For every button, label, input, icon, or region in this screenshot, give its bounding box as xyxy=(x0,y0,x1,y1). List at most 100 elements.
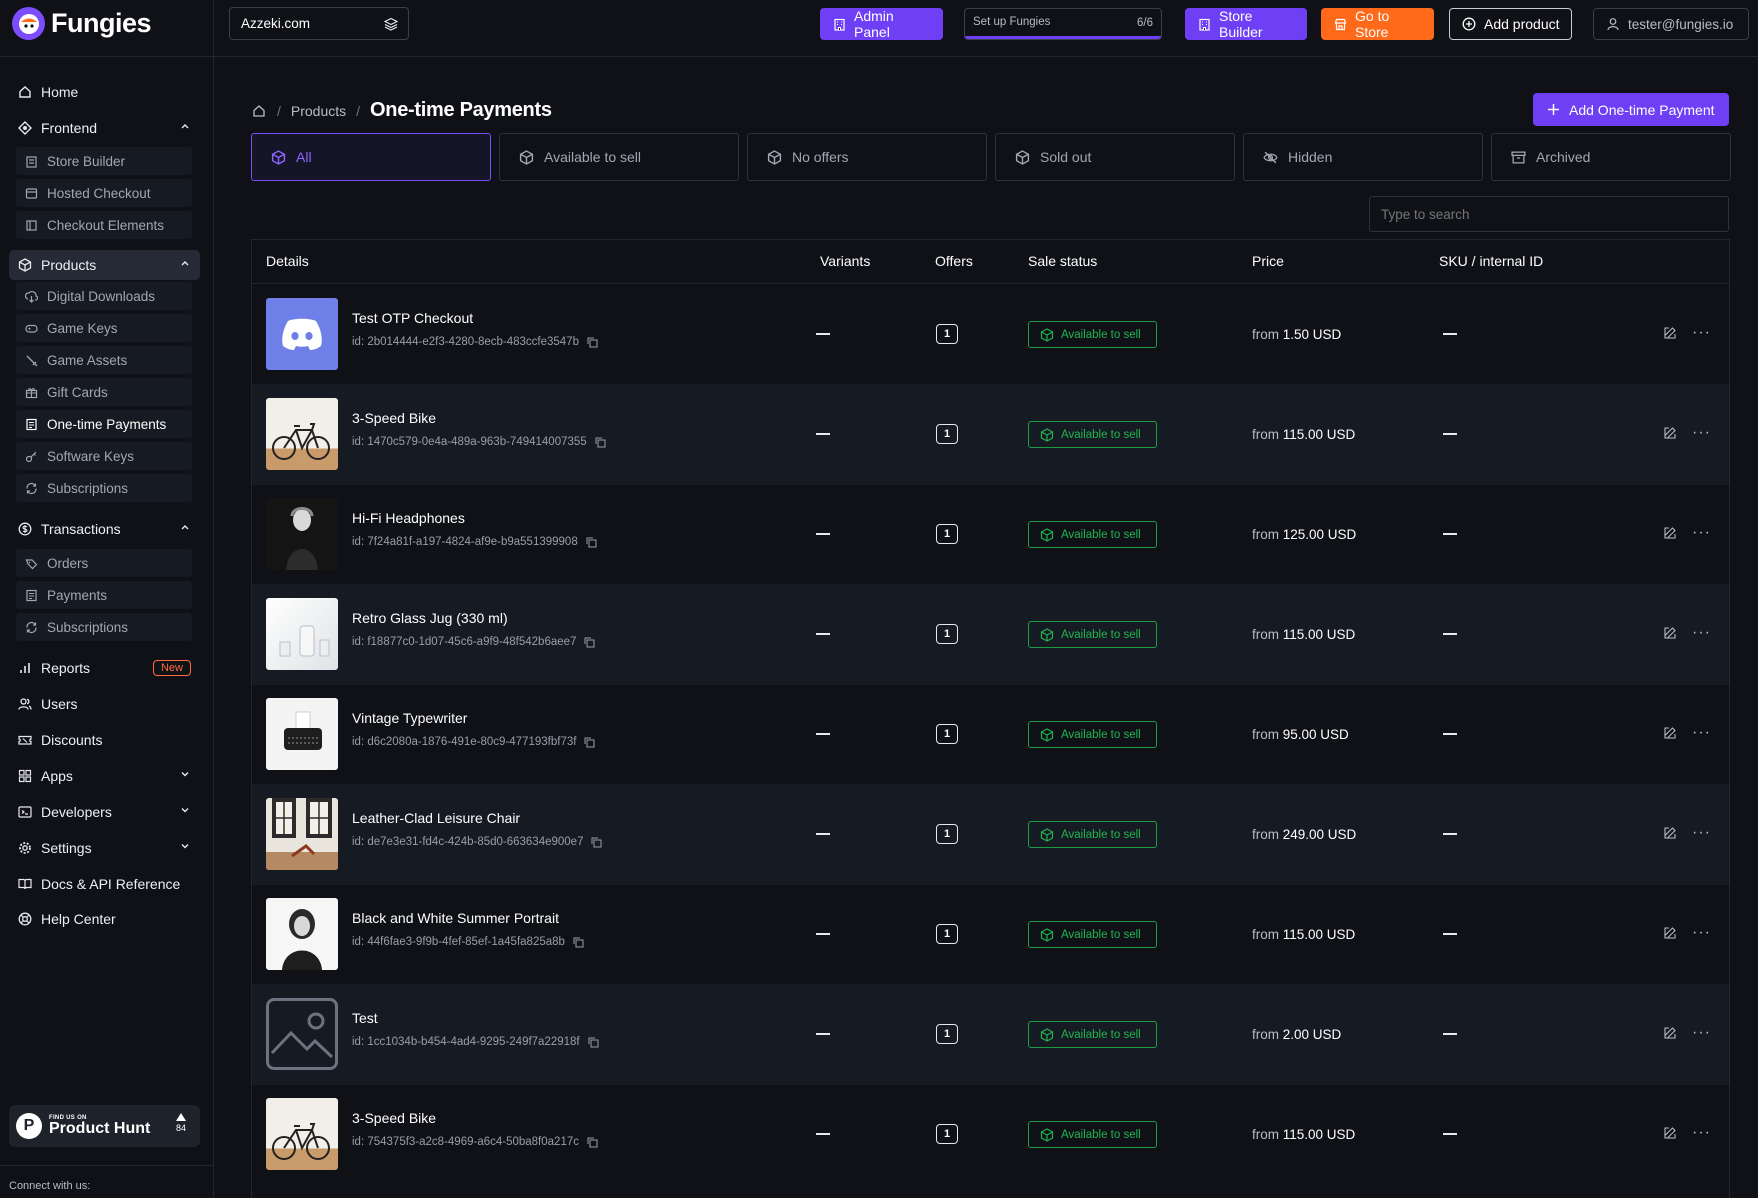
product-name[interactable]: 3-Speed Bike xyxy=(352,410,436,426)
product-hunt-badge[interactable]: P FIND US ON Product Hunt 84 xyxy=(9,1105,200,1147)
sidebar-item-discounts[interactable]: Discounts xyxy=(9,725,200,755)
go-to-store-button[interactable]: Go to Store xyxy=(1321,8,1434,40)
offers-count[interactable]: 1 xyxy=(936,624,958,644)
home-icon[interactable] xyxy=(251,103,267,119)
product-thumbnail[interactable] xyxy=(266,1098,338,1170)
copy-icon[interactable] xyxy=(591,837,602,848)
search-input[interactable] xyxy=(1369,196,1729,232)
edit-icon[interactable] xyxy=(1663,826,1677,840)
sidebar-item-reports[interactable]: Reports New xyxy=(9,653,200,683)
table-row[interactable]: Test id: 1cc1034b-b454-4ad4-9295-249f7a22… xyxy=(252,984,1729,1085)
tab-hidden[interactable]: Hidden xyxy=(1243,133,1483,181)
column-header-details[interactable]: Details xyxy=(266,253,309,269)
copy-icon[interactable] xyxy=(573,937,584,948)
product-name[interactable]: Hi-Fi Headphones xyxy=(352,510,465,526)
copy-icon[interactable] xyxy=(587,1137,598,1148)
sidebar-item-product-subscriptions[interactable]: Subscriptions xyxy=(16,474,192,502)
sidebar-item-home[interactable]: Home xyxy=(9,76,200,108)
add-product-button[interactable]: Add product xyxy=(1449,8,1572,40)
edit-icon[interactable] xyxy=(1663,526,1677,540)
product-thumbnail[interactable] xyxy=(266,698,338,770)
more-options-icon[interactable]: ··· xyxy=(1692,525,1711,541)
offers-count[interactable]: 1 xyxy=(936,1124,958,1144)
edit-icon[interactable] xyxy=(1663,1026,1677,1040)
product-thumbnail[interactable] xyxy=(266,898,338,970)
table-row[interactable]: Hi-Fi Headphones id: 7f24a81f-a197-4824-a… xyxy=(252,484,1729,585)
sidebar-item-hosted-checkout[interactable]: Hosted Checkout xyxy=(16,179,192,207)
copy-icon[interactable] xyxy=(584,737,595,748)
tab-archived[interactable]: Archived xyxy=(1491,133,1731,181)
tab-sold-out[interactable]: Sold out xyxy=(995,133,1235,181)
copy-icon[interactable] xyxy=(584,637,595,648)
sidebar-section-transactions[interactable]: Transactions xyxy=(9,514,200,544)
sidebar-item-checkout-elements[interactable]: Checkout Elements xyxy=(16,211,192,239)
fungies-logo[interactable]: Fungies xyxy=(12,7,152,40)
sidebar-item-docs[interactable]: Docs & API Reference xyxy=(9,869,200,899)
more-options-icon[interactable]: ··· xyxy=(1692,425,1711,441)
column-header-sku[interactable]: SKU / internal ID xyxy=(1439,253,1543,269)
add-one-time-payment-button[interactable]: Add One-time Payment xyxy=(1533,93,1729,126)
copy-icon[interactable] xyxy=(595,437,606,448)
product-name[interactable]: Test OTP Checkout xyxy=(352,310,473,326)
more-options-icon[interactable]: ··· xyxy=(1692,725,1711,741)
sidebar-item-digital-downloads[interactable]: Digital Downloads xyxy=(16,282,192,310)
more-options-icon[interactable]: ··· xyxy=(1692,1125,1711,1141)
more-options-icon[interactable]: ··· xyxy=(1692,825,1711,841)
table-row[interactable]: 3-Speed Bike id: 754375f3-a2c8-4969-a6c4-… xyxy=(252,1084,1729,1185)
sidebar-item-users[interactable]: Users xyxy=(9,689,200,719)
sidebar-item-payments[interactable]: Payments xyxy=(16,581,192,609)
edit-icon[interactable] xyxy=(1663,326,1677,340)
product-thumbnail[interactable] xyxy=(266,398,338,470)
offers-count[interactable]: 1 xyxy=(936,724,958,744)
product-name[interactable]: Test xyxy=(352,1010,378,1026)
column-header-sale-status[interactable]: Sale status xyxy=(1028,253,1097,269)
edit-icon[interactable] xyxy=(1663,626,1677,640)
product-name[interactable]: 3-Speed Bike xyxy=(352,1110,436,1126)
edit-icon[interactable] xyxy=(1663,426,1677,440)
offers-count[interactable]: 1 xyxy=(936,1024,958,1044)
copy-icon[interactable] xyxy=(587,337,598,348)
product-name[interactable]: Vintage Typewriter xyxy=(352,710,467,726)
sidebar-item-software-keys[interactable]: Software Keys xyxy=(16,442,192,470)
sidebar-item-game-assets[interactable]: Game Assets xyxy=(16,346,192,374)
product-name[interactable]: Leather-Clad Leisure Chair xyxy=(352,810,520,826)
product-thumbnail[interactable] xyxy=(266,798,338,870)
sidebar-section-products[interactable]: Products xyxy=(9,250,200,280)
column-header-price[interactable]: Price xyxy=(1252,253,1284,269)
tab-available-to-sell[interactable]: Available to sell xyxy=(499,133,739,181)
setup-progress[interactable]: Set up Fungies 6/6 xyxy=(964,8,1162,40)
product-thumbnail[interactable] xyxy=(266,298,338,370)
edit-icon[interactable] xyxy=(1663,1126,1677,1140)
offers-count[interactable]: 1 xyxy=(936,324,958,344)
offers-count[interactable]: 1 xyxy=(936,524,958,544)
product-thumbnail[interactable] xyxy=(266,498,338,570)
more-options-icon[interactable]: ··· xyxy=(1692,925,1711,941)
more-options-icon[interactable]: ··· xyxy=(1692,325,1711,341)
edit-icon[interactable] xyxy=(1663,726,1677,740)
sidebar-section-settings[interactable]: Settings xyxy=(9,833,200,863)
sidebar-section-frontend[interactable]: Frontend xyxy=(9,113,200,143)
more-options-icon[interactable]: ··· xyxy=(1692,1025,1711,1041)
product-thumbnail[interactable] xyxy=(266,598,338,670)
offers-count[interactable]: 1 xyxy=(936,924,958,944)
sidebar-item-one-time-payments[interactable]: One-time Payments xyxy=(16,410,192,438)
product-thumbnail[interactable] xyxy=(266,998,338,1070)
sidebar-item-gift-cards[interactable]: Gift Cards xyxy=(16,378,192,406)
sidebar-item-transaction-subscriptions[interactable]: Subscriptions xyxy=(16,613,192,641)
tab-no-offers[interactable]: No offers xyxy=(747,133,987,181)
table-row[interactable]: Vintage Typewriter id: d6c2080a-1876-491e… xyxy=(252,684,1729,785)
more-options-icon[interactable]: ··· xyxy=(1692,625,1711,641)
edit-icon[interactable] xyxy=(1663,926,1677,940)
user-menu-button[interactable]: tester@fungies.io xyxy=(1593,8,1749,40)
table-row[interactable]: Retro Glass Jug (330 ml) id: f18877c0-1d0… xyxy=(252,584,1729,685)
sidebar-section-developers[interactable]: Developers xyxy=(9,797,200,827)
sidebar-section-apps[interactable]: Apps xyxy=(9,761,200,791)
table-row[interactable]: Black and White Summer Portrait id: 44f6f… xyxy=(252,884,1729,985)
offers-count[interactable]: 1 xyxy=(936,824,958,844)
sidebar-item-store-builder[interactable]: Store Builder xyxy=(16,147,192,175)
table-row[interactable]: 3-Speed Bike id: 1470c579-0e4a-489a-963b-… xyxy=(252,384,1729,485)
sidebar-item-game-keys[interactable]: Game Keys xyxy=(16,314,192,342)
copy-icon[interactable] xyxy=(586,537,597,548)
column-header-offers[interactable]: Offers xyxy=(935,253,973,269)
column-header-variants[interactable]: Variants xyxy=(820,253,870,269)
